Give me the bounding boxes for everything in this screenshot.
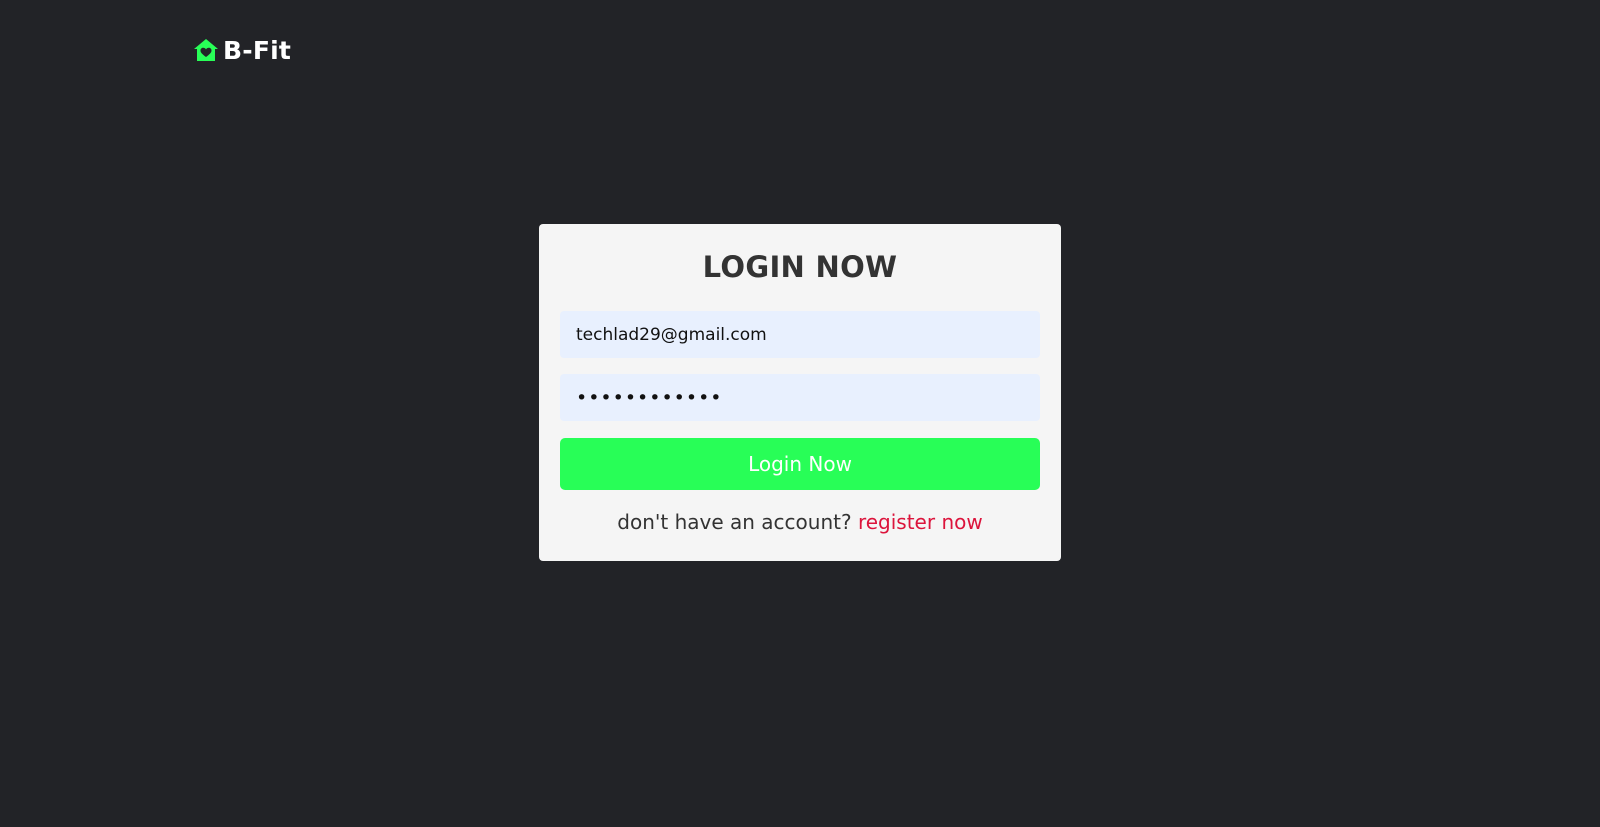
brand-logo-link[interactable]: B-Fit [193,36,291,65]
register-prompt-line: don't have an account? register now [560,510,1040,534]
login-card: LOGIN NOW Login Now don't have an accoun… [539,224,1061,561]
login-button[interactable]: Login Now [560,438,1040,490]
register-prompt-text: don't have an account? [617,510,852,534]
home-heart-icon [193,37,219,63]
brand-name: B-Fit [223,35,292,65]
email-field[interactable] [560,311,1040,358]
page-title: LOGIN NOW [702,250,898,284]
register-link[interactable]: register now [858,510,983,534]
password-field[interactable] [560,374,1040,421]
header: B-Fit [193,30,291,70]
